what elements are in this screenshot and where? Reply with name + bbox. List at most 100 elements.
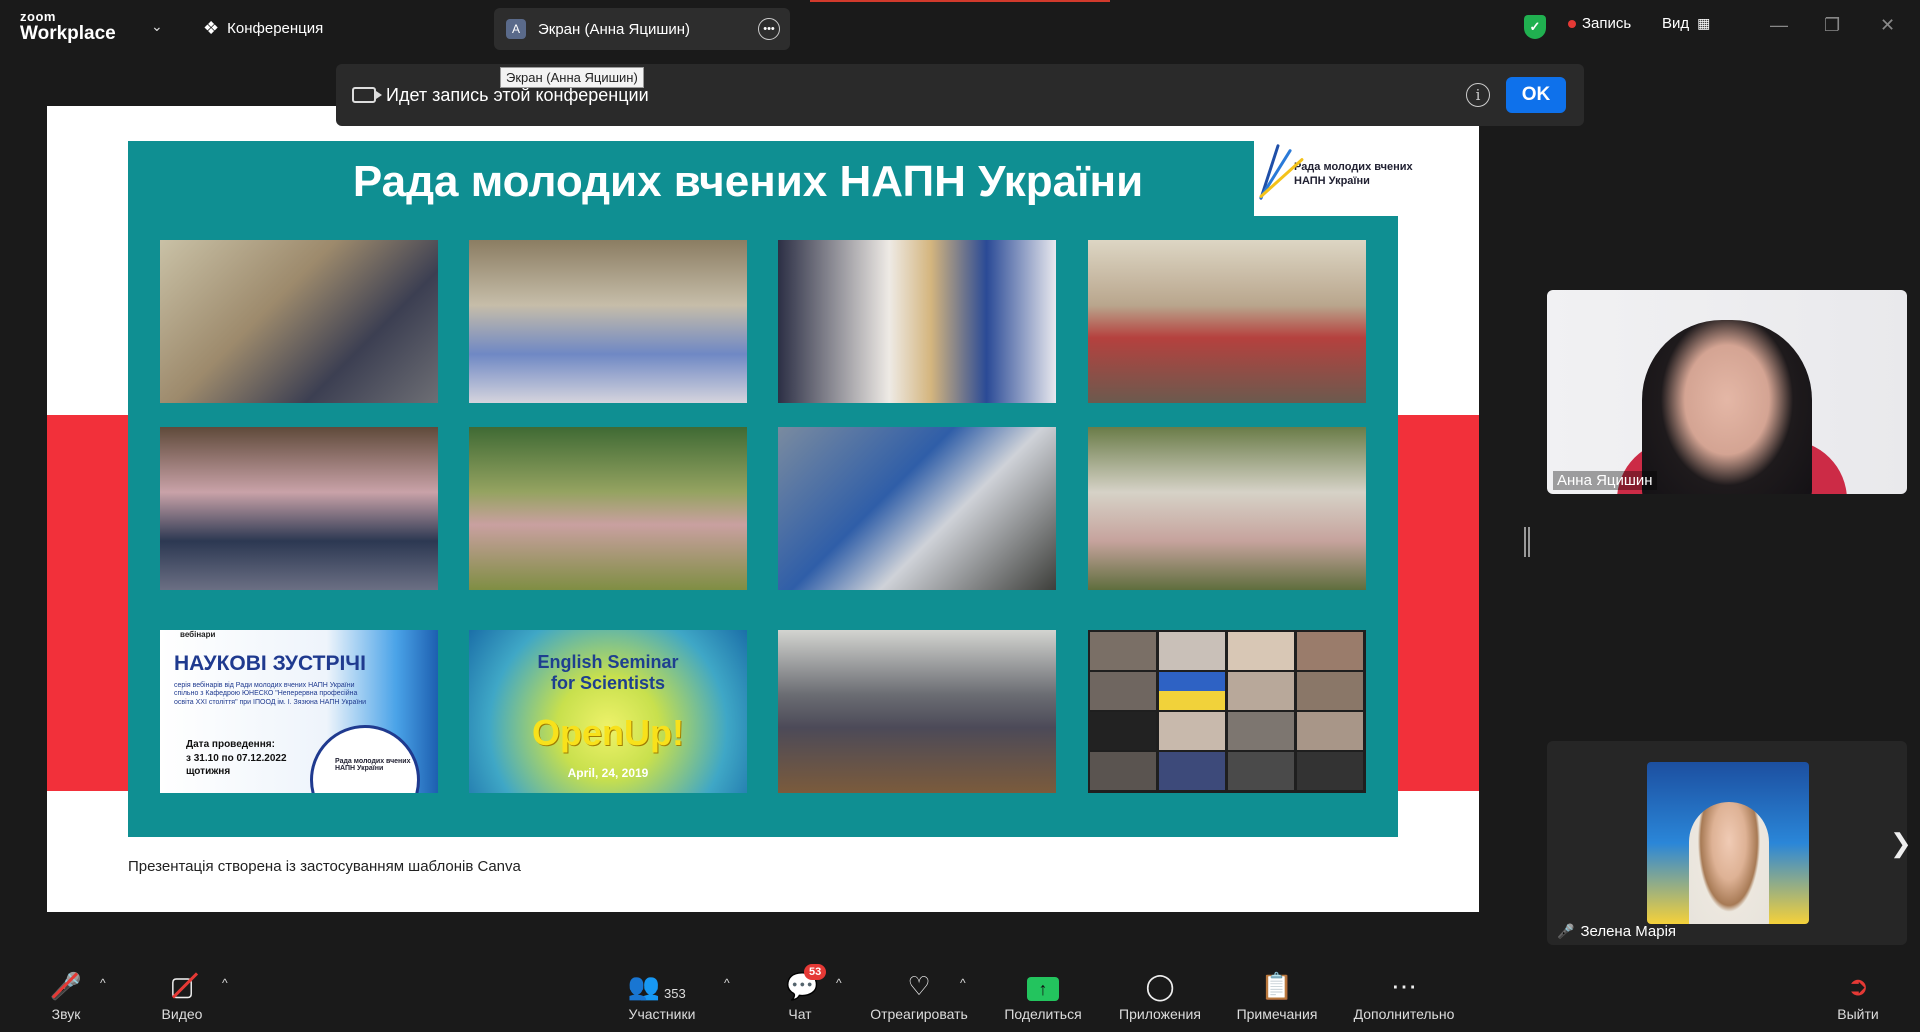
participants-label: Участники xyxy=(628,1006,696,1022)
call-tile xyxy=(1090,752,1156,790)
call-tile xyxy=(1228,752,1294,790)
slide-title: Рада молодих вчених НАПН України xyxy=(352,157,1144,206)
participants-icon: 👥 xyxy=(627,971,661,1001)
paw-icon: ❖ xyxy=(203,18,220,38)
share-button[interactable]: ↑ Поделиться xyxy=(1002,970,1084,1022)
call-tile xyxy=(1297,672,1363,710)
call-tile xyxy=(1090,672,1156,710)
mic-muted-icon: 🎤 xyxy=(1557,923,1575,939)
conference-menu[interactable]: ❖ Конференция xyxy=(203,18,323,39)
zoom-logo[interactable]: zoom Workplace xyxy=(20,10,116,43)
photo-meeting xyxy=(160,240,438,403)
close-icon[interactable]: ✕ xyxy=(1880,15,1895,36)
card-english-date: April, 24, 2019 xyxy=(567,766,649,780)
chat-options-caret[interactable]: ^ xyxy=(836,976,842,990)
wing-logo-icon xyxy=(1258,139,1305,209)
notes-button[interactable]: 📋 Примечания xyxy=(1232,970,1322,1022)
screen-share-pill[interactable]: А Экран (Анна Яцишин) ••• xyxy=(494,8,790,50)
info-icon[interactable]: i xyxy=(1466,83,1490,107)
video-off-icon: ▢ xyxy=(169,971,195,1001)
slide-logo: Рада молодих вчених НАПН України xyxy=(1254,132,1414,216)
photo-workshop xyxy=(778,427,1056,590)
react-label: Отреагировать xyxy=(870,1006,968,1022)
leave-label: Выйти xyxy=(1837,1006,1879,1022)
call-tile xyxy=(1228,632,1294,670)
chat-badge: 53 xyxy=(804,964,827,980)
screen-share-label: Экран (Анна Яцишин) xyxy=(538,20,691,38)
apps-icon: ◯ xyxy=(1145,971,1175,1001)
restore-icon[interactable]: ❐ xyxy=(1824,15,1840,36)
card-english-line1: English Seminar xyxy=(537,652,679,672)
logo-big: Workplace xyxy=(20,23,116,44)
card-english-title: English Seminar for Scientists xyxy=(469,652,747,693)
minimize-icon[interactable]: — xyxy=(1770,15,1788,36)
audio-label: Звук xyxy=(51,1006,81,1022)
card-english-brand: OpenUp! xyxy=(532,712,684,753)
slide-logo-line2: НАПН України xyxy=(1294,175,1370,187)
record-dot-icon xyxy=(1568,19,1576,28)
card-webinar-date-range: з 31.10 по 07.12.2022 xyxy=(186,752,287,764)
video-person xyxy=(1689,802,1769,924)
video-button[interactable]: ▢ Видео xyxy=(156,970,208,1022)
call-tile xyxy=(1159,752,1225,790)
call-tile xyxy=(1090,632,1156,670)
card-webinar-date-label: Дата проведення: xyxy=(186,739,275,750)
chat-button[interactable]: 💬 53 Чат xyxy=(786,964,827,1022)
card-webinar-top: вебінари xyxy=(180,630,216,639)
card-webinar-frequency: щотижня xyxy=(186,766,231,777)
record-indicator[interactable]: Запись xyxy=(1568,15,1631,32)
pane-splitter[interactable] xyxy=(1524,527,1530,557)
react-options-caret[interactable]: ^ xyxy=(960,976,966,990)
photo-awards xyxy=(778,240,1056,403)
card-webinar-logo-text: Рада молодих вчених НАПН України xyxy=(335,758,411,772)
card-webinar-logo: Рада молодих вчених НАПН України xyxy=(310,725,420,793)
more-options-icon[interactable]: ••• xyxy=(758,18,780,40)
photo-park xyxy=(1088,427,1366,590)
security-shield-icon[interactable]: ✓ xyxy=(1524,15,1546,39)
video-label: Видео xyxy=(161,1006,203,1022)
apps-button[interactable]: ◯ Приложения xyxy=(1114,970,1206,1022)
top-accent-line xyxy=(810,0,1110,2)
more-button[interactable]: ⋯ Дополнительно xyxy=(1348,970,1460,1022)
leave-button[interactable]: ➲ Выйти xyxy=(1836,970,1880,1022)
photo-hall xyxy=(778,630,1056,793)
grid-icon: ▦ xyxy=(1697,15,1711,31)
share-screen-icon: ↑ xyxy=(1027,977,1059,1001)
video-person-face xyxy=(1642,320,1812,494)
react-button[interactable]: ♡ Отреагировать xyxy=(866,970,972,1022)
view-menu[interactable]: Вид ▦ xyxy=(1662,15,1710,32)
notes-icon: 📋 xyxy=(1260,971,1294,1001)
heart-icon: ♡ xyxy=(907,971,931,1001)
conference-label: Конференция xyxy=(227,20,324,37)
call-tile xyxy=(1297,712,1363,750)
next-page-icon[interactable]: ❯ xyxy=(1890,828,1912,859)
card-webinar-date: Дата проведення: з 31.10 по 07.12.2022 щ… xyxy=(186,738,287,779)
card-webinar-heading: НАУКОВІ ЗУСТРІЧІ xyxy=(174,652,366,675)
photo-group xyxy=(469,240,747,403)
participants-button[interactable]: 👥 353 Участники xyxy=(624,970,700,1022)
chevron-down-icon[interactable]: ⌄ xyxy=(151,18,163,35)
audio-button[interactable]: 🎤 Звук xyxy=(46,970,86,1022)
slide-panel: Рада молодих вчених НАПН України вебінар… xyxy=(128,141,1398,837)
card-webinar-desc: серія вебінарів від Ради молодих вчених … xyxy=(174,682,367,706)
more-label: Дополнительно xyxy=(1353,1006,1455,1022)
video-tile-anna[interactable]: Анна Яцишин xyxy=(1547,290,1907,494)
slide-footer: Презентація створена із застосуванням ша… xyxy=(128,858,521,875)
slide-logo-text: Рада молодих вчених НАПН України xyxy=(1294,160,1413,189)
tooltip: Экран (Анна Яцишин) xyxy=(500,67,644,88)
camera-icon xyxy=(352,87,382,103)
video-tile-mariia[interactable]: 🎤 Зелена Марія xyxy=(1547,741,1907,945)
audio-options-caret[interactable]: ^ xyxy=(100,976,106,990)
leave-icon: ➲ xyxy=(1847,971,1869,1001)
more-icon: ⋯ xyxy=(1391,971,1417,1001)
participant-name: Анна Яцишин xyxy=(1553,471,1657,490)
video-options-caret[interactable]: ^ xyxy=(222,976,228,990)
ok-button[interactable]: OK xyxy=(1506,77,1566,113)
call-tile xyxy=(1159,672,1225,710)
top-bar: zoom Workplace ⌄ ❖ Конференция А Экран (… xyxy=(0,0,1920,58)
participants-options-caret[interactable]: ^ xyxy=(724,976,730,990)
view-label: Вид xyxy=(1662,15,1690,32)
chat-label: Чат xyxy=(788,1006,812,1022)
call-tile xyxy=(1297,632,1363,670)
card-english-seminar: English Seminar for Scientists OpenUp! A… xyxy=(469,630,747,793)
